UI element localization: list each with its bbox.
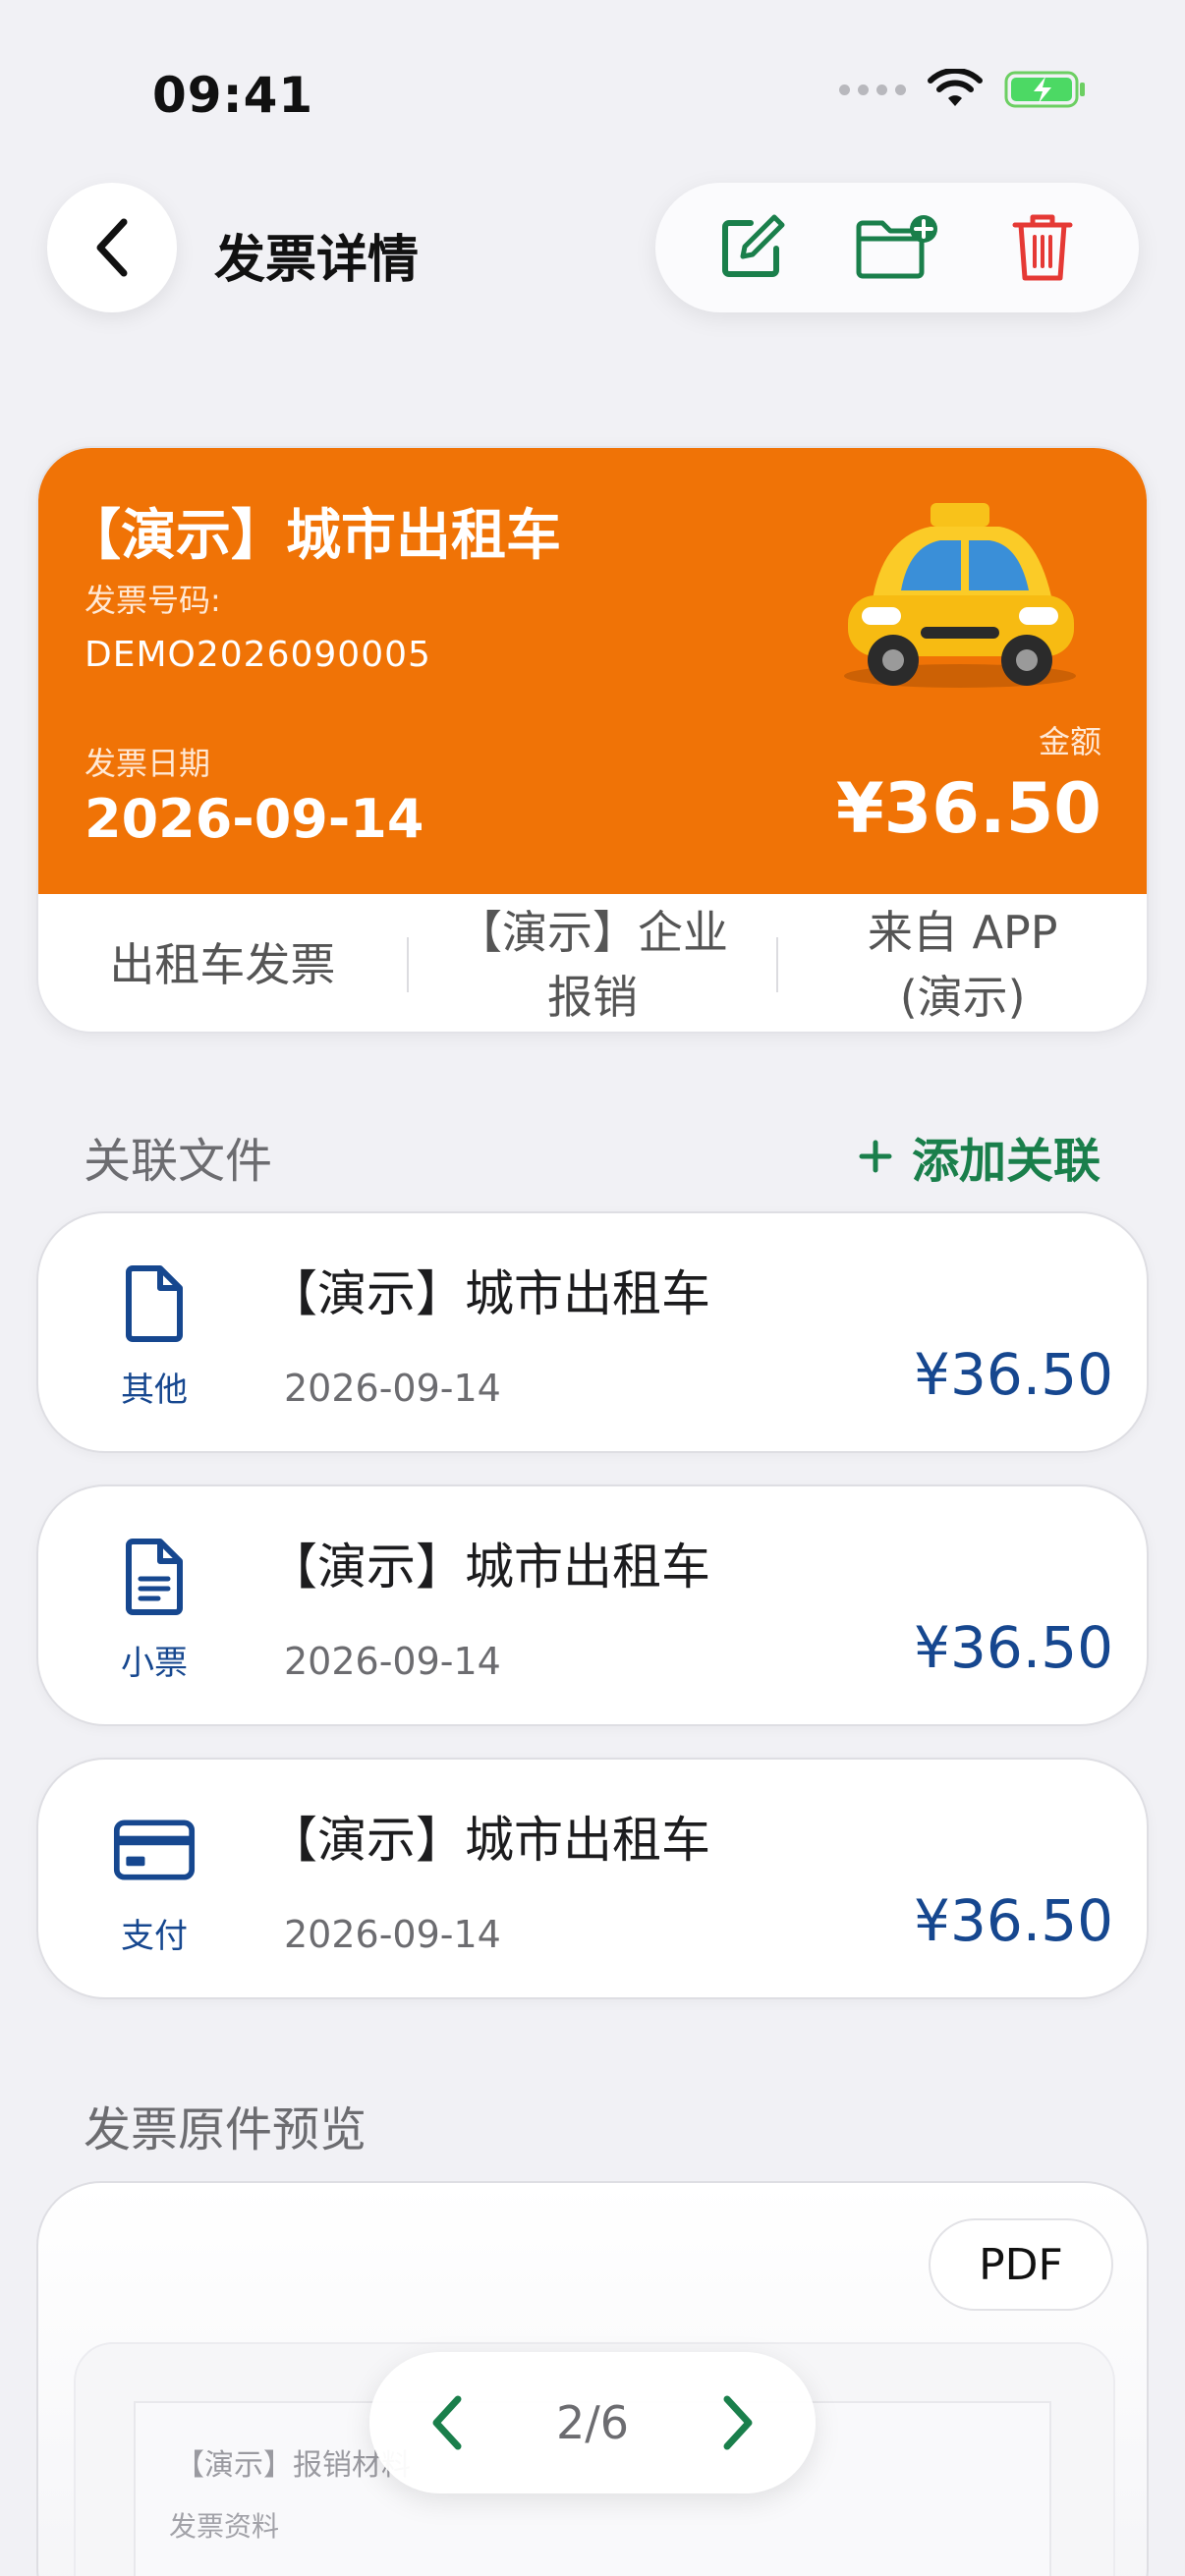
invoice-detail-screen: 09:41 发票详情 【演示】城市出租车 发票号码: DEMO202609000…	[0, 0, 1185, 2576]
plus-icon	[859, 1140, 892, 1173]
invoice-tags: 出租车发票 【演示】企业 报销 来自 APP (演示)	[38, 894, 1147, 1032]
cellular-signal-icon	[839, 84, 906, 95]
edit-button[interactable]	[705, 200, 799, 295]
file-name: 【演示】城市出租车	[268, 1812, 710, 1869]
invoice-title: 【演示】城市出租车	[66, 504, 561, 568]
action-toolbar	[655, 183, 1139, 312]
file-type-label: 支付	[121, 1917, 188, 1956]
file-amount: ¥36.50	[914, 1341, 1113, 1408]
chevron-left-icon	[96, 218, 128, 277]
folder-add-icon	[856, 215, 937, 279]
wifi-icon	[928, 69, 983, 106]
page-indicator: 2/6	[555, 2396, 630, 2449]
battery-charging-icon	[1004, 71, 1085, 108]
reimbursement-tag[interactable]: 【演示】企业 报销	[409, 900, 777, 1030]
receipt-icon	[113, 1536, 196, 1618]
credit-card-icon	[113, 1809, 196, 1891]
status-time: 09:41	[152, 67, 314, 124]
back-button[interactable]	[47, 183, 177, 312]
related-file-item[interactable]: 支付 【演示】城市出租车 2026-09-14 ¥36.50	[36, 1758, 1149, 1999]
invoice-date-label: 发票日期	[85, 745, 211, 782]
file-amount: ¥36.50	[914, 1887, 1113, 1954]
related-file-item[interactable]: 其他 【演示】城市出租车 2026-09-14 ¥36.50	[36, 1211, 1149, 1453]
add-related-button[interactable]: 添加关联	[859, 1122, 1100, 1191]
status-icons	[839, 69, 1087, 110]
related-files-title: 关联文件	[84, 1134, 273, 1189]
file-date: 2026-09-14	[284, 1367, 501, 1410]
file-type-label: 其他	[121, 1371, 188, 1410]
delete-button[interactable]	[995, 200, 1090, 295]
invoice-amount-label: 金额	[1038, 723, 1101, 760]
file-name: 【演示】城市出租车	[268, 1539, 710, 1596]
previous-page-button[interactable]	[424, 2393, 468, 2452]
edit-icon	[722, 214, 785, 277]
invoice-number-label: 发票号码:	[85, 582, 221, 619]
file-type-label: 小票	[121, 1644, 188, 1683]
file-date: 2026-09-14	[284, 1913, 501, 1956]
related-file-item[interactable]: 小票 【演示】城市出租车 2026-09-14 ¥36.50	[36, 1484, 1149, 1726]
trash-icon	[1012, 214, 1073, 281]
invoice-summary-card: 【演示】城市出租车 发票号码: DEMO2026090005 发票日期 2026…	[36, 446, 1149, 1034]
next-page-button[interactable]	[717, 2393, 761, 2452]
file-date: 2026-09-14	[284, 1640, 501, 1683]
source-tag[interactable]: 来自 APP (演示)	[778, 900, 1147, 1030]
add-to-folder-button[interactable]	[850, 200, 944, 295]
page-title: 发票详情	[214, 231, 420, 290]
invoice-date: 2026-09-14	[85, 788, 424, 850]
invoice-header: 【演示】城市出租车 发票号码: DEMO2026090005 发票日期 2026…	[38, 448, 1147, 894]
file-amount: ¥36.50	[914, 1614, 1113, 1681]
page-navigator: 2/6	[369, 2352, 816, 2493]
invoice-amount: ¥36.50	[835, 768, 1101, 849]
invoice-number: DEMO2026090005	[85, 635, 431, 675]
pdf-format-badge[interactable]: PDF	[929, 2218, 1113, 2311]
taxi-icon	[844, 503, 1076, 688]
document-subtitle: 发票资料	[169, 2510, 280, 2543]
preview-section-title: 发票原件预览	[84, 2102, 367, 2157]
file-name: 【演示】城市出租车	[268, 1265, 710, 1322]
add-related-label: 添加关联	[911, 1134, 1100, 1189]
document-icon	[113, 1262, 196, 1345]
invoice-category-tag[interactable]: 出租车发票	[38, 932, 407, 997]
